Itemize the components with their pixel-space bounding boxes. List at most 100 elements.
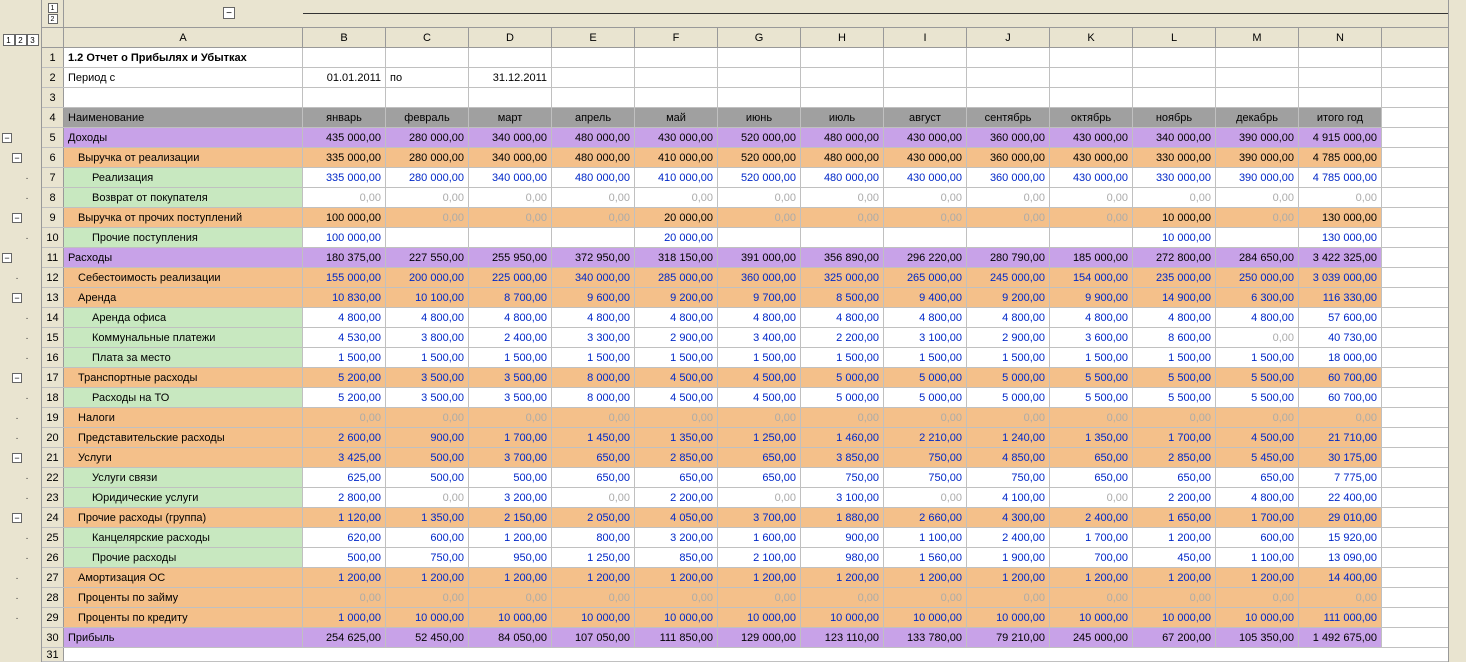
row-name[interactable]: Аренда офиса bbox=[64, 308, 303, 327]
row-name[interactable]: Амортизация ОС bbox=[64, 568, 303, 587]
value-cell[interactable]: 105 350,00 bbox=[1216, 628, 1299, 647]
value-cell[interactable]: 1 500,00 bbox=[303, 348, 386, 367]
table-header-9[interactable]: сентябрь bbox=[967, 108, 1050, 127]
table-header-5[interactable]: май bbox=[635, 108, 718, 127]
value-cell[interactable]: 10 000,00 bbox=[1133, 608, 1216, 627]
value-cell[interactable]: 360 000,00 bbox=[718, 268, 801, 287]
value-cell[interactable]: 107 050,00 bbox=[552, 628, 635, 647]
value-cell[interactable]: 5 500,00 bbox=[1216, 388, 1299, 407]
value-cell[interactable]: 21 710,00 bbox=[1299, 428, 1382, 447]
value-cell[interactable]: 1 250,00 bbox=[718, 428, 801, 447]
value-cell[interactable]: 1 700,00 bbox=[1216, 508, 1299, 527]
value-cell[interactable]: 9 700,00 bbox=[718, 288, 801, 307]
value-cell[interactable]: 20 000,00 bbox=[635, 208, 718, 227]
value-cell[interactable]: 10 000,00 bbox=[801, 608, 884, 627]
value-cell[interactable]: 0,00 bbox=[552, 408, 635, 427]
outline-toggle[interactable]: − bbox=[12, 513, 22, 523]
value-cell[interactable]: 0,00 bbox=[1133, 188, 1216, 207]
value-cell[interactable]: 22 400,00 bbox=[1299, 488, 1382, 507]
empty-cell[interactable] bbox=[1050, 48, 1133, 67]
value-cell[interactable]: 4 800,00 bbox=[552, 308, 635, 327]
value-cell[interactable]: 8 000,00 bbox=[552, 388, 635, 407]
row-name[interactable]: Транспортные расходы bbox=[64, 368, 303, 387]
value-cell[interactable]: 600,00 bbox=[386, 528, 469, 547]
value-cell[interactable]: 3 425,00 bbox=[303, 448, 386, 467]
value-cell[interactable]: 430 000,00 bbox=[884, 148, 967, 167]
value-cell[interactable]: 650,00 bbox=[1050, 468, 1133, 487]
value-cell[interactable]: 0,00 bbox=[801, 208, 884, 227]
value-cell[interactable]: 4 800,00 bbox=[386, 308, 469, 327]
row-name[interactable]: Расходы bbox=[64, 248, 303, 267]
value-cell[interactable]: 0,00 bbox=[303, 408, 386, 427]
value-cell[interactable]: 650,00 bbox=[1133, 468, 1216, 487]
value-cell[interactable]: 1 700,00 bbox=[1050, 528, 1133, 547]
value-cell[interactable]: 265 000,00 bbox=[884, 268, 967, 287]
row-header-5[interactable]: 5 bbox=[42, 128, 64, 147]
value-cell[interactable]: 1 200,00 bbox=[967, 568, 1050, 587]
value-cell[interactable]: 18 000,00 bbox=[1299, 348, 1382, 367]
value-cell[interactable]: 500,00 bbox=[386, 468, 469, 487]
column-header-H[interactable]: H bbox=[801, 28, 884, 47]
value-cell[interactable]: 4 785 000,00 bbox=[1299, 168, 1382, 187]
value-cell[interactable]: 360 000,00 bbox=[967, 168, 1050, 187]
row-name[interactable]: Представительские расходы bbox=[64, 428, 303, 447]
value-cell[interactable]: 255 950,00 bbox=[469, 248, 552, 267]
value-cell[interactable]: 235 000,00 bbox=[1133, 268, 1216, 287]
value-cell[interactable]: 245 000,00 bbox=[1050, 628, 1133, 647]
value-cell[interactable]: 2 150,00 bbox=[469, 508, 552, 527]
value-cell[interactable]: 10 000,00 bbox=[635, 608, 718, 627]
value-cell[interactable]: 2 850,00 bbox=[635, 448, 718, 467]
value-cell[interactable]: 3 300,00 bbox=[552, 328, 635, 347]
value-cell[interactable]: 650,00 bbox=[552, 468, 635, 487]
value-cell[interactable]: 0,00 bbox=[884, 208, 967, 227]
value-cell[interactable]: 0,00 bbox=[469, 588, 552, 607]
value-cell[interactable]: 5 500,00 bbox=[1050, 368, 1133, 387]
value-cell[interactable]: 1 560,00 bbox=[884, 548, 967, 567]
row-header-19[interactable]: 19 bbox=[42, 408, 64, 427]
value-cell[interactable]: 8 000,00 bbox=[552, 368, 635, 387]
value-cell[interactable]: 3 700,00 bbox=[469, 448, 552, 467]
column-header-C[interactable]: C bbox=[386, 28, 469, 47]
value-cell[interactable]: 1 250,00 bbox=[552, 548, 635, 567]
outline-toggle[interactable]: − bbox=[12, 453, 22, 463]
value-cell[interactable]: 4 915 000,00 bbox=[1299, 128, 1382, 147]
value-cell[interactable]: 950,00 bbox=[469, 548, 552, 567]
row-header-2[interactable]: 2 bbox=[42, 68, 64, 87]
period-to-label[interactable]: по bbox=[386, 68, 469, 87]
value-cell[interactable]: 10 000,00 bbox=[552, 608, 635, 627]
value-cell[interactable]: 750,00 bbox=[884, 448, 967, 467]
value-cell[interactable]: 650,00 bbox=[718, 448, 801, 467]
value-cell[interactable]: 4 800,00 bbox=[1216, 488, 1299, 507]
value-cell[interactable]: 5 000,00 bbox=[884, 368, 967, 387]
value-cell[interactable]: 1 200,00 bbox=[386, 568, 469, 587]
column-header-M[interactable]: M bbox=[1216, 28, 1299, 47]
value-cell[interactable]: 3 500,00 bbox=[469, 368, 552, 387]
value-cell[interactable]: 57 600,00 bbox=[1299, 308, 1382, 327]
empty-cell[interactable] bbox=[469, 48, 552, 67]
value-cell[interactable]: 480 000,00 bbox=[801, 128, 884, 147]
value-cell[interactable]: 480 000,00 bbox=[552, 148, 635, 167]
value-cell[interactable]: 0,00 bbox=[552, 588, 635, 607]
value-cell[interactable]: 280 000,00 bbox=[386, 168, 469, 187]
table-header-0[interactable]: Наименование bbox=[64, 108, 303, 127]
value-cell[interactable]: 0,00 bbox=[718, 488, 801, 507]
value-cell[interactable]: 284 650,00 bbox=[1216, 248, 1299, 267]
value-cell[interactable]: 20 000,00 bbox=[635, 228, 718, 247]
value-cell[interactable]: 0,00 bbox=[1299, 188, 1382, 207]
row-name[interactable]: Проценты по кредиту bbox=[64, 608, 303, 627]
value-cell[interactable]: 10 100,00 bbox=[386, 288, 469, 307]
row-name[interactable]: Расходы на ТО bbox=[64, 388, 303, 407]
row-name[interactable]: Прочие расходы bbox=[64, 548, 303, 567]
value-cell[interactable]: 390 000,00 bbox=[1216, 148, 1299, 167]
value-cell[interactable]: 9 200,00 bbox=[635, 288, 718, 307]
value-cell[interactable]: 5 200,00 bbox=[303, 388, 386, 407]
empty-cell[interactable] bbox=[884, 48, 967, 67]
value-cell[interactable]: 5 500,00 bbox=[1133, 388, 1216, 407]
value-cell[interactable]: 3 500,00 bbox=[386, 368, 469, 387]
value-cell[interactable]: 4 785 000,00 bbox=[1299, 148, 1382, 167]
value-cell[interactable]: 0,00 bbox=[386, 408, 469, 427]
value-cell[interactable]: 10 830,00 bbox=[303, 288, 386, 307]
value-cell[interactable]: 2 400,00 bbox=[469, 328, 552, 347]
empty-cell[interactable] bbox=[1299, 68, 1382, 87]
value-cell[interactable]: 620,00 bbox=[303, 528, 386, 547]
